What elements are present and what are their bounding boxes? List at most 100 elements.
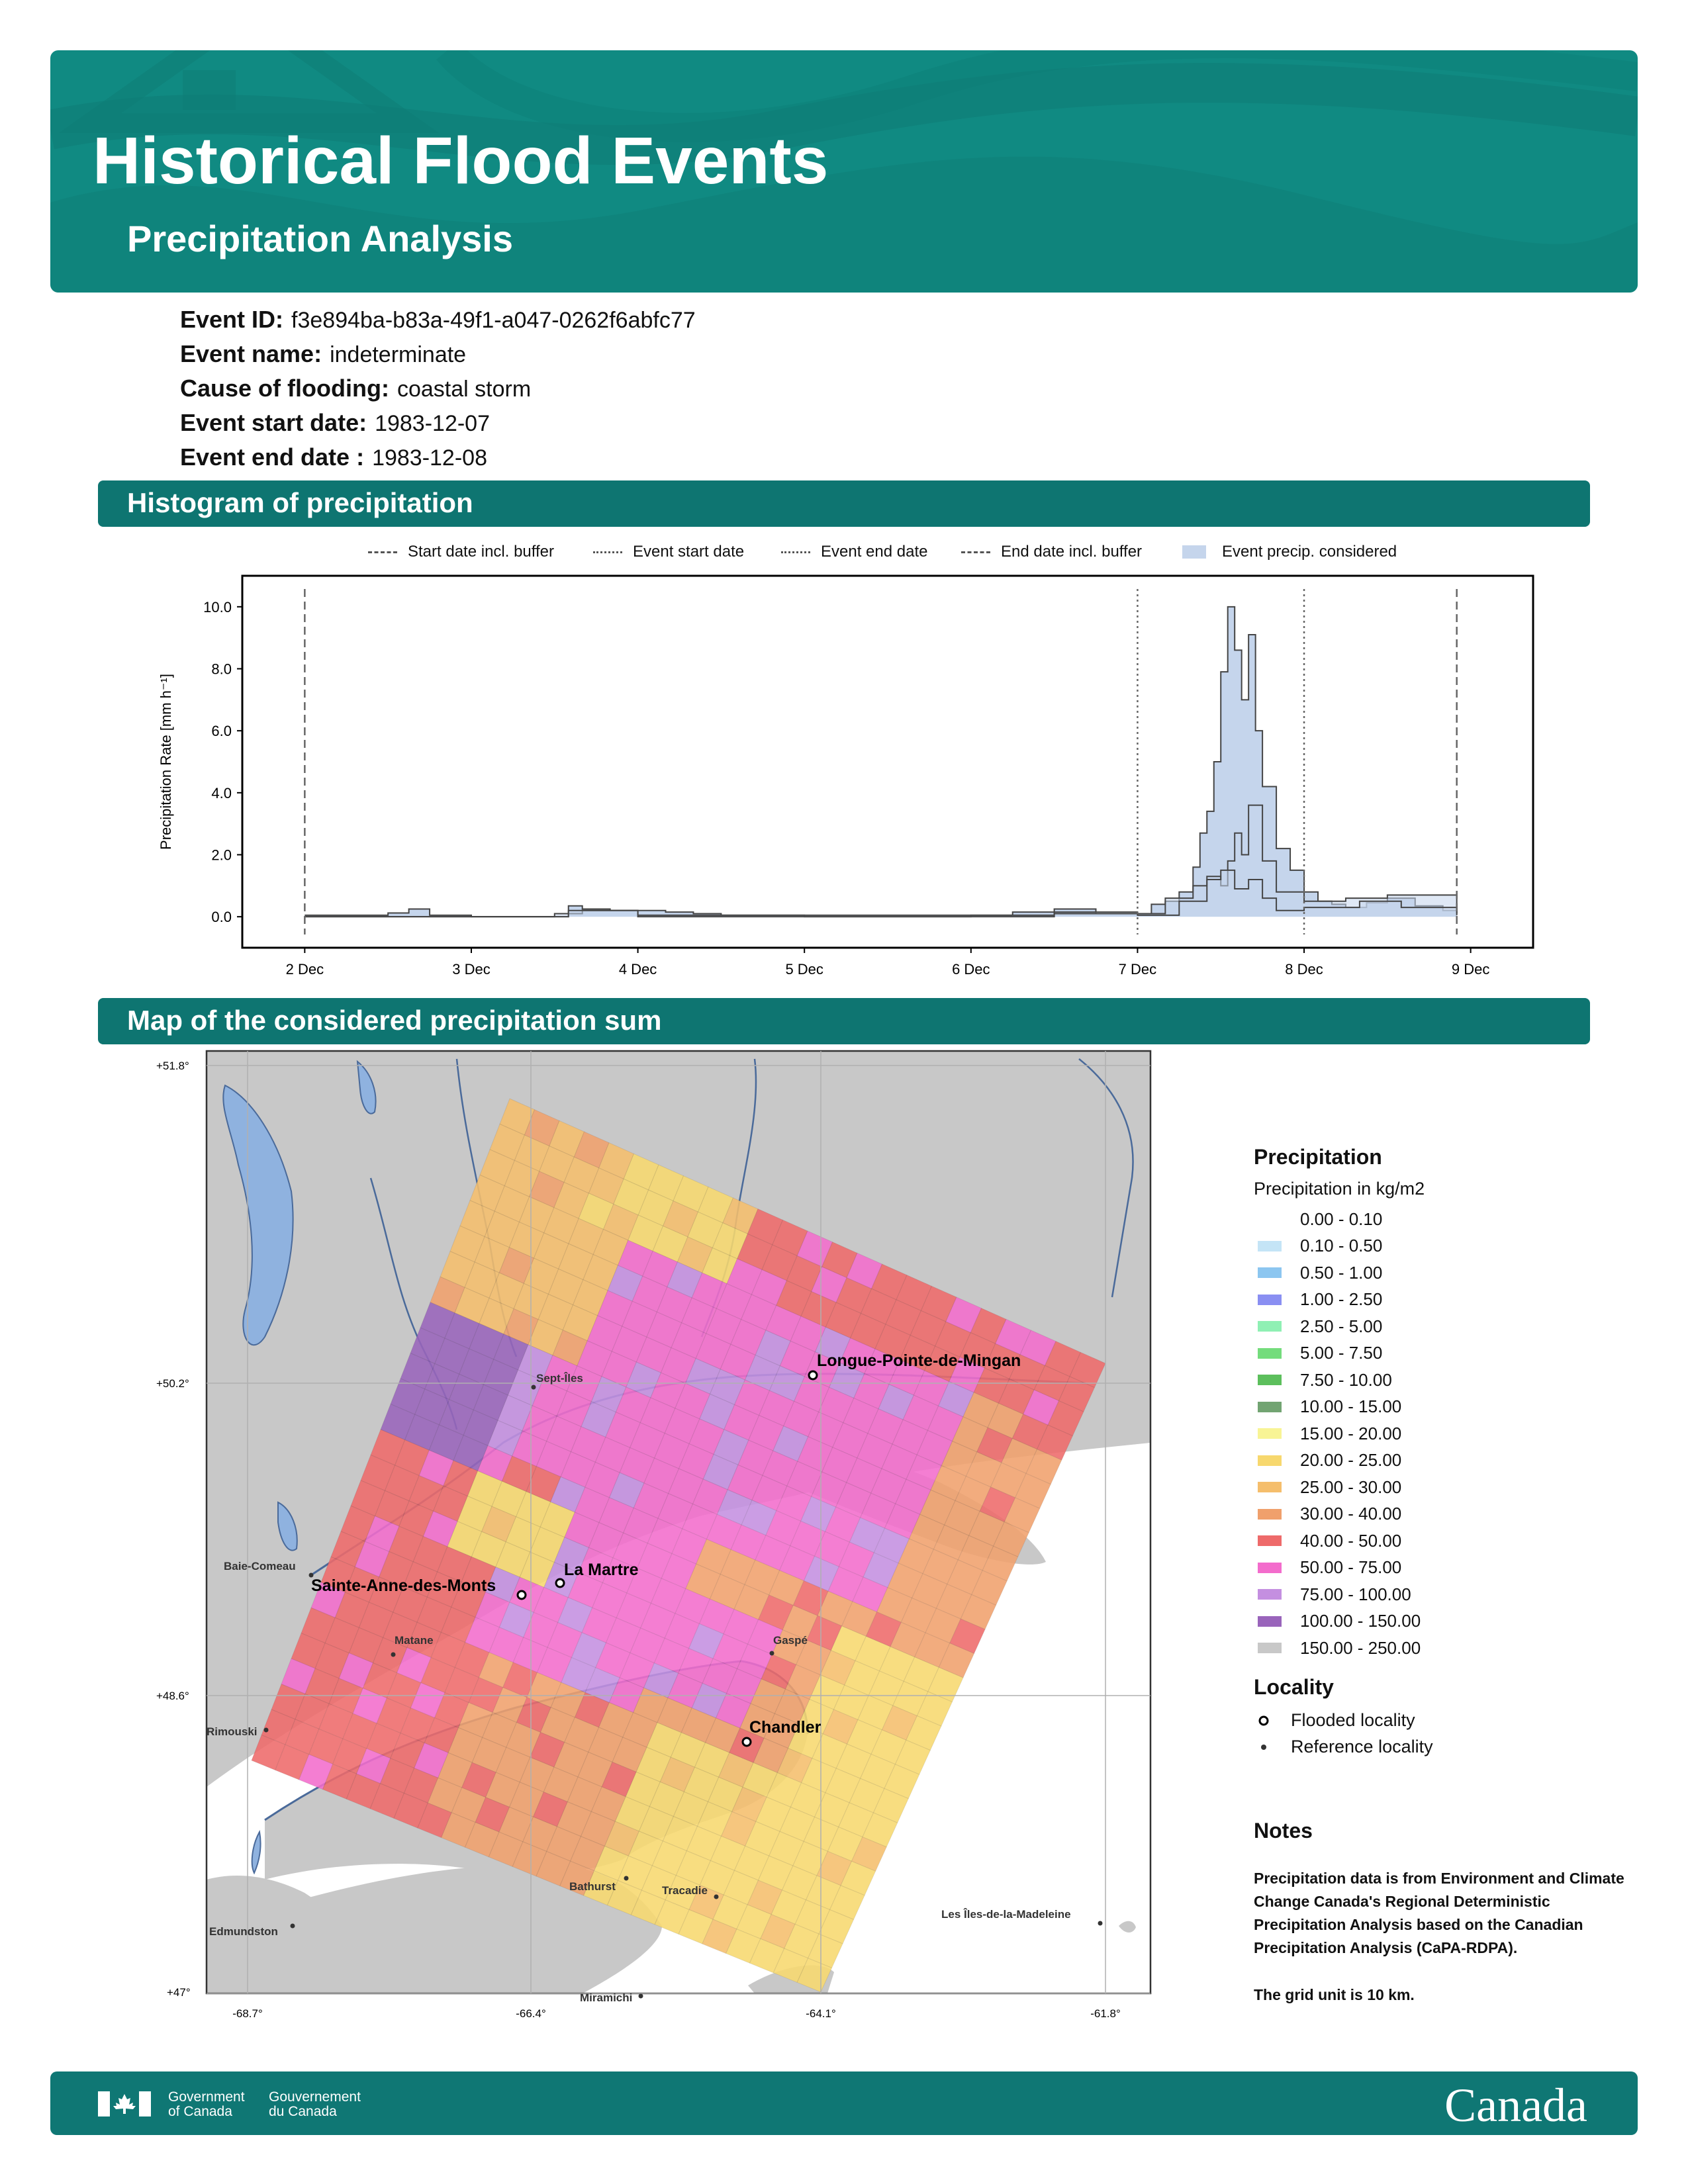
lon-label: -68.7° <box>232 2007 263 2020</box>
legend-event-start: Event start date <box>593 543 744 561</box>
legend-start-buffer: Start date incl. buffer <box>368 543 554 561</box>
legend-color-swatch <box>1258 1643 1282 1654</box>
map-section-bar: Map of the considered precipitation sum <box>98 998 1590 1044</box>
legend-color-swatch <box>1258 1321 1282 1332</box>
legend-end-buffer: End date incl. buffer <box>961 543 1142 561</box>
event-id-value: f3e894ba-b83a-49f1-a047-0262f6abfc77 <box>291 308 696 333</box>
notes-title: Notes <box>1254 1819 1313 1843</box>
reference-locality-marker <box>290 1923 295 1929</box>
x-tick-label: 3 Dec <box>452 961 490 978</box>
reference-locality-marker <box>1098 1921 1103 1926</box>
y-tick-label: 10.0 <box>203 599 232 615</box>
event-id-row: Event ID: f3e894ba-b83a-49f1-a047-0262f6a… <box>180 306 696 334</box>
event-end-label: Event end date : <box>180 443 365 471</box>
legend-class-row: 75.00 - 100.00 <box>1254 1581 1624 1608</box>
notes-section: Notes Precipitation data is from Environ… <box>1254 1819 1624 2007</box>
legend-color-swatch <box>1258 1535 1282 1547</box>
event-cause-row: Cause of flooding: coastal storm <box>180 375 531 402</box>
canada-wordmark: Canada <box>1444 2079 1587 2132</box>
gov-en-line1: Government <box>168 2089 245 2105</box>
legend-class-label: 150.00 - 250.00 <box>1300 1637 1421 1658</box>
locality-miramichi: Miramichi <box>580 1991 632 2004</box>
locality-sept-iles: Sept-Îles <box>536 1372 583 1385</box>
legend-label: Event precip. considered <box>1222 543 1397 561</box>
lat-label: +48.6° <box>156 1690 189 1702</box>
x-tick-label: 8 Dec <box>1285 961 1323 978</box>
event-name-label: Event name: <box>180 340 322 367</box>
locality-iles-de-la-madeleine: Les Îles-de-la-Madeleine <box>941 1908 1071 1921</box>
legend-class-label: 40.00 - 50.00 <box>1300 1530 1402 1551</box>
legend-event-end: Event end date <box>781 543 927 561</box>
reference-locality-marker <box>263 1727 269 1733</box>
locality-bathurst: Bathurst <box>569 1880 616 1893</box>
legend-class-list: 0.00 - 0.10 0.10 - 0.50 0.50 - 1.00 1.00 - … <box>1254 1206 1624 1662</box>
x-tick-label: 7 Dec <box>1119 961 1156 978</box>
legend-class-row: 0.50 - 1.00 <box>1254 1259 1624 1287</box>
legend-dotted-line <box>593 551 622 553</box>
legend-class-label: 7.50 - 10.00 <box>1300 1369 1392 1390</box>
reference-locality-label: Reference locality <box>1291 1737 1433 1756</box>
legend-class-label: 20.00 - 25.00 <box>1300 1450 1402 1471</box>
locality-gaspe: Gaspé <box>773 1634 808 1647</box>
locality-legend-title: Locality <box>1254 1674 1334 1699</box>
lon-label: -61.8° <box>1090 2007 1121 2020</box>
legend-class-label: 75.00 - 100.00 <box>1300 1584 1411 1604</box>
notes-text: Precipitation data is from Environment a… <box>1254 1870 1624 1956</box>
lon-label: -66.4° <box>516 2007 546 2020</box>
event-start-value: 1983-12-07 <box>375 411 490 436</box>
event-end-row: Event end date : 1983-12-08 <box>180 443 487 471</box>
legend-class-row: 100.00 - 150.00 <box>1254 1608 1624 1635</box>
header-banner: Historical Flood Events Precipitation An… <box>50 50 1638 293</box>
legend-color-swatch <box>1258 1508 1282 1520</box>
locality-tracadie: Tracadie <box>662 1884 708 1897</box>
legend-color-swatch <box>1258 1401 1282 1412</box>
event-start-label: Event start date: <box>180 409 367 436</box>
y-tick-label: 2.0 <box>211 847 232 864</box>
reference-locality-icon <box>1261 1744 1266 1750</box>
reference-locality-marker <box>769 1651 774 1656</box>
legend-class-label: 1.00 - 2.50 <box>1300 1289 1383 1310</box>
legend-color-swatch <box>1258 1294 1282 1305</box>
locality-edmundston: Edmundston <box>209 1925 278 1938</box>
flooded-locality-marker <box>741 1737 752 1747</box>
lat-label: +47° <box>167 1986 191 1999</box>
precipitation-histogram: 0.0 2.0 4.0 6.0 8.0 10.0 2 Dec 3 Dec 4 Dec 5 Dec 6… <box>158 574 1534 978</box>
legend-color-swatch <box>1258 1615 1282 1627</box>
locality-sainte-anne-des-monts: Sainte-Anne-des-Monts <box>311 1576 496 1595</box>
locality-la-martre: La Martre <box>564 1561 639 1579</box>
series-area <box>305 606 1457 917</box>
legend-class-label: 5.00 - 7.50 <box>1300 1343 1383 1363</box>
legend-label: Start date incl. buffer <box>408 543 555 561</box>
flooded-locality-marker <box>808 1370 818 1381</box>
legend-subtitle: Precipitation in kg/m2 <box>1254 1179 1425 1199</box>
legend-class-label: 15.00 - 20.00 <box>1300 1423 1402 1443</box>
legend-label: Event end date <box>821 543 928 561</box>
x-tick-label: 9 Dec <box>1452 961 1489 978</box>
legend-class-label: 100.00 - 150.00 <box>1300 1611 1421 1631</box>
canada-flag-icon <box>98 2091 151 2116</box>
legend-class-label: 30.00 - 40.00 <box>1300 1504 1402 1524</box>
page-subtitle: Precipitation Analysis <box>127 218 513 259</box>
lon-label: -64.1° <box>806 2007 836 2020</box>
lat-label: +51.8° <box>156 1060 189 1072</box>
legend-class-row: 25.00 - 30.00 <box>1254 1474 1624 1501</box>
gov-fr: Gouvernement du Canada <box>269 2090 361 2119</box>
legend-color-swatch <box>1258 1240 1282 1251</box>
legend-color-swatch <box>1258 1428 1282 1439</box>
legend-dotted-line <box>781 551 810 553</box>
legend-fill-swatch <box>1182 545 1206 559</box>
legend-class-row: 20.00 - 25.00 <box>1254 1447 1624 1475</box>
y-tick-label: 0.0 <box>211 909 232 925</box>
gov-en-line2: of Canada <box>168 2104 232 2119</box>
legend-label: Event start date <box>633 543 745 561</box>
legend-flooded-locality: Flooded locality <box>1254 1707 1624 1734</box>
legend-title: Precipitation <box>1254 1145 1382 1169</box>
legend-color-swatch <box>1258 1482 1282 1493</box>
legend-class-row: 15.00 - 20.00 <box>1254 1420 1624 1447</box>
lat-label: +50.2° <box>156 1377 189 1390</box>
histogram-section-title: Histogram of precipitation <box>127 487 473 518</box>
event-end-value: 1983-12-08 <box>372 445 487 471</box>
event-start-row: Event start date: 1983-12-07 <box>180 409 490 437</box>
reference-locality-marker <box>624 1876 629 1881</box>
gov-fr-line1: Gouvernement <box>269 2089 361 2105</box>
